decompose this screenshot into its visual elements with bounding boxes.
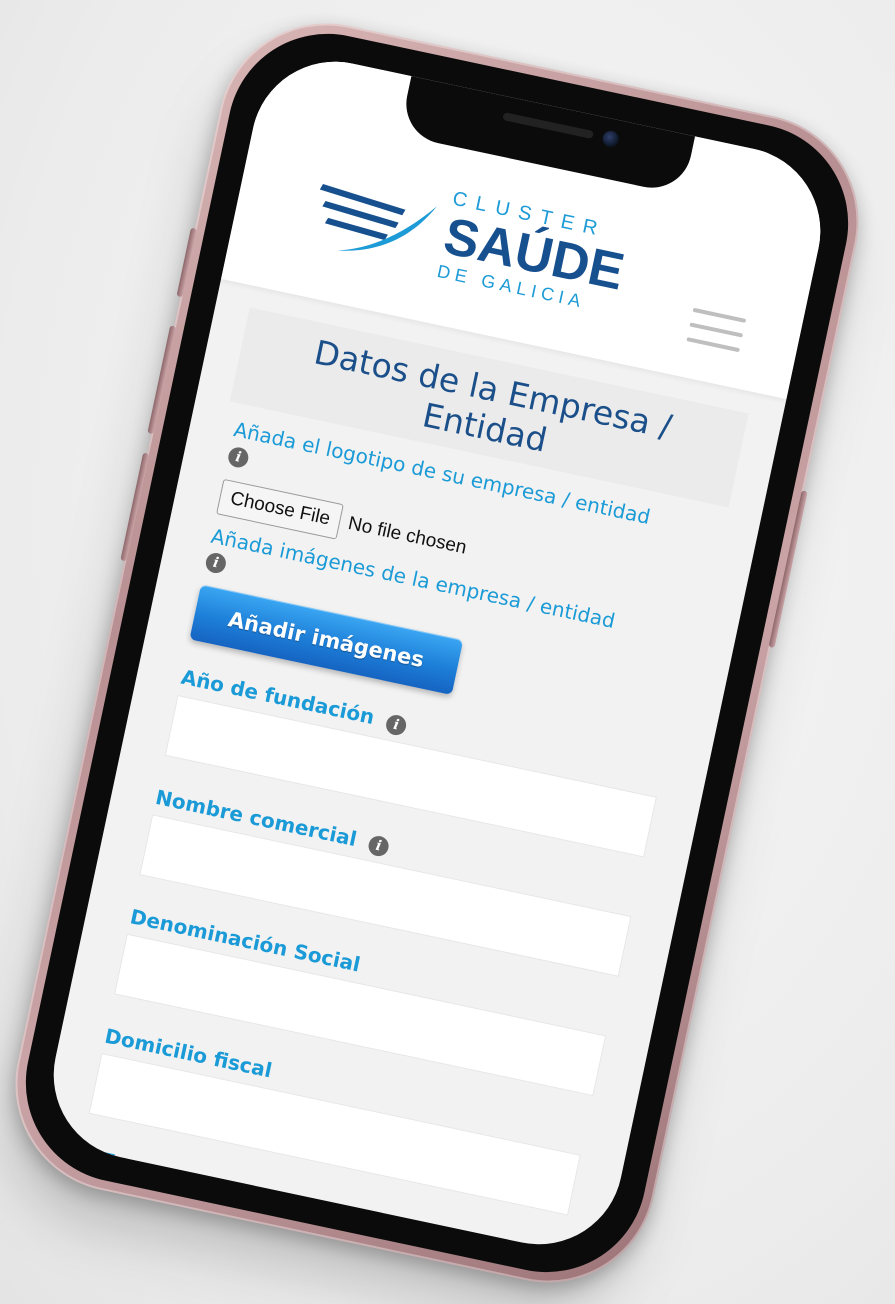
smartphone-frame: CLUSTER SAÚDE DE GALICIA Datos de la Emp… bbox=[0, 3, 879, 1303]
site-logo[interactable]: CLUSTER SAÚDE DE GALICIA bbox=[435, 188, 633, 320]
logo-wings-icon bbox=[319, 184, 437, 251]
menu-bar bbox=[692, 307, 747, 323]
photo-background: CLUSTER SAÚDE DE GALICIA Datos de la Emp… bbox=[0, 0, 895, 1304]
hamburger-menu-icon[interactable] bbox=[685, 307, 747, 358]
front-camera bbox=[601, 129, 621, 149]
info-icon[interactable]: i bbox=[366, 834, 391, 858]
phone-bezel: CLUSTER SAÚDE DE GALICIA Datos de la Emp… bbox=[7, 15, 867, 1291]
file-status-text: No file chosen bbox=[346, 512, 469, 559]
info-icon[interactable]: i bbox=[384, 712, 409, 737]
info-icon[interactable]: i bbox=[226, 445, 251, 469]
field-label: CIF bbox=[77, 1142, 118, 1174]
menu-bar bbox=[689, 322, 744, 338]
menu-bar bbox=[686, 337, 740, 353]
info-icon[interactable]: i bbox=[204, 551, 228, 575]
phone-screen: CLUSTER SAÚDE DE GALICIA Datos de la Emp… bbox=[38, 46, 836, 1260]
earpiece-speaker bbox=[502, 112, 594, 140]
